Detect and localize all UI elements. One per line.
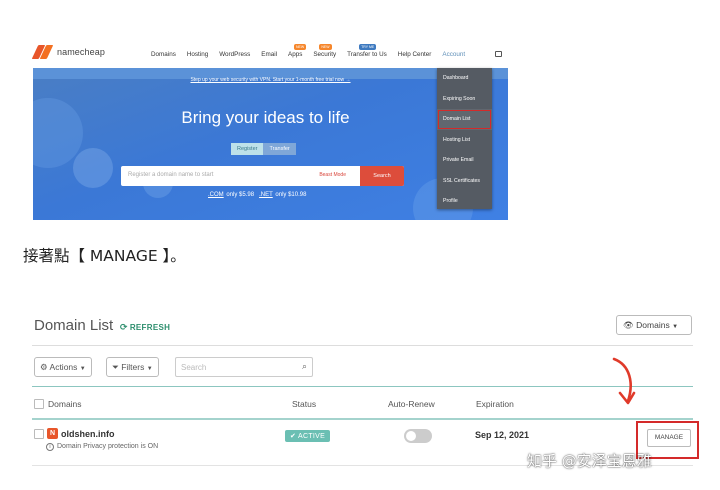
chevron-down-icon: ▼: [672, 324, 679, 330]
namecheap-screenshot: namecheap Domains Hosting WordPress Emai…: [33, 38, 508, 220]
new-badge: NEW: [294, 44, 307, 50]
filters-dropdown[interactable]: ⏷ Filters ▼: [106, 357, 159, 377]
column-domains[interactable]: Domains: [48, 399, 82, 409]
filters-label: Filters: [121, 362, 145, 372]
namecheap-logo[interactable]: namecheap: [33, 45, 105, 59]
domain-search-input[interactable]: Register a domain name to start Beast Mo…: [121, 166, 404, 186]
namecheap-navbar: namecheap Domains Hosting WordPress Emai…: [33, 38, 508, 68]
eye-icon: 👁: [623, 320, 634, 330]
refresh-button[interactable]: ⟳ REFRESH: [120, 322, 170, 333]
menu-hosting[interactable]: Hosting: [187, 51, 208, 58]
dropdown-expiring-soon[interactable]: Expiring Soon: [437, 89, 492, 110]
tab-register[interactable]: Register: [231, 143, 264, 155]
menu-wordpress[interactable]: WordPress: [219, 51, 250, 58]
search-placeholder: Register a domain name to start: [128, 172, 214, 178]
instruction-caption: 接著點【 MANAGE 】。: [23, 247, 186, 265]
net-link[interactable]: .NET: [259, 192, 273, 198]
column-expiration[interactable]: Expiration: [476, 399, 514, 409]
try-me-badge: TRY ME: [359, 44, 377, 50]
view-select[interactable]: 👁 Domains ▼: [616, 315, 692, 335]
divider: [32, 345, 693, 346]
watermark: 知乎 @安泽宝恩雅: [527, 452, 652, 470]
search-icon[interactable]: ⌕: [302, 361, 307, 372]
status-label: ACTIVE: [298, 433, 326, 440]
divider: [32, 418, 693, 420]
actions-dropdown[interactable]: ⚙ Actions ▼: [34, 357, 92, 377]
logo-text: namecheap: [57, 47, 105, 57]
row-checkbox[interactable]: [34, 429, 44, 439]
dropdown-dashboard[interactable]: Dashboard: [437, 68, 492, 89]
actions-label: Actions: [49, 362, 78, 372]
menu-account[interactable]: Account: [442, 51, 465, 58]
com-price: only $5.98: [226, 192, 255, 198]
filter-icon: ⏷: [112, 362, 119, 372]
menu-transfer[interactable]: Transfer to Us TRY ME: [347, 44, 387, 58]
menu-security-label: Security: [313, 51, 337, 58]
hero-title: Bring your ideas to life: [181, 108, 350, 127]
dropdown-domain-list[interactable]: Domain List: [437, 109, 492, 130]
domain-name[interactable]: oldshen.info: [61, 429, 115, 439]
namecheap-logo-icon: [33, 45, 53, 59]
menu-domains[interactable]: Domains: [151, 51, 176, 58]
promo-link[interactable]: Step up your web security with VPN. Star…: [190, 77, 350, 83]
search-tabs: Register Transfer: [231, 143, 296, 155]
status-badge: ✔ ACTIVE: [285, 430, 331, 442]
main-menu: Domains Hosting WordPress Email Apps NEW …: [151, 44, 476, 58]
beast-mode-link[interactable]: Beast Mode: [319, 172, 346, 178]
actions-icon: ⚙: [40, 362, 48, 372]
column-auto-renew[interactable]: Auto-Renew: [388, 399, 435, 409]
info-icon: i: [46, 443, 54, 451]
net-price: only $10.98: [275, 192, 307, 198]
tab-transfer[interactable]: Transfer: [263, 143, 296, 155]
com-link[interactable]: .COM: [208, 192, 224, 198]
auto-renew-toggle[interactable]: [404, 429, 432, 443]
check-icon: ✔: [290, 433, 297, 440]
dropdown-profile[interactable]: Profile: [437, 191, 492, 212]
chevron-down-icon: ▼: [146, 366, 153, 372]
dropdown-hosting-list[interactable]: Hosting List: [437, 130, 492, 151]
dropdown-ssl-certificates[interactable]: SSL Certificates: [437, 171, 492, 192]
tld-prices: .COM only $5.98 .NET only $10.98: [208, 192, 306, 198]
menu-help-center[interactable]: Help Center: [398, 51, 432, 58]
search-input[interactable]: Search ⌕: [175, 357, 313, 377]
menu-security[interactable]: Security NEW: [313, 44, 337, 58]
privacy-note: i Domain Privacy protection is ON: [46, 443, 158, 451]
refresh-icon: ⟳: [120, 322, 128, 332]
chevron-down-icon: ▼: [79, 366, 86, 372]
dropdown-private-email[interactable]: Private Email: [437, 150, 492, 171]
select-all-checkbox[interactable]: [34, 399, 44, 409]
view-select-value: Domains: [636, 320, 670, 330]
search-placeholder: Search: [181, 363, 207, 372]
menu-apps-label: Apps: [288, 51, 303, 58]
privacy-text: Domain Privacy protection is ON: [57, 443, 159, 450]
expiration-date: Sep 12, 2021: [475, 430, 530, 440]
account-dropdown: Dashboard Expiring Soon Domain List Host…: [437, 68, 492, 209]
new-badge: NEW: [319, 44, 332, 50]
column-status[interactable]: Status: [292, 399, 316, 409]
menu-transfer-label: Transfer to Us: [347, 51, 387, 58]
refresh-label: REFRESH: [129, 323, 171, 332]
cart-icon[interactable]: [495, 51, 502, 57]
decorative-shape: [73, 148, 113, 188]
red-arrow-annotation: [612, 357, 636, 405]
page-title: Domain List: [34, 317, 114, 334]
namecheap-favicon: N: [47, 428, 58, 439]
search-button[interactable]: Search: [360, 166, 404, 186]
menu-email[interactable]: Email: [261, 51, 277, 58]
menu-apps[interactable]: Apps NEW: [288, 44, 307, 58]
